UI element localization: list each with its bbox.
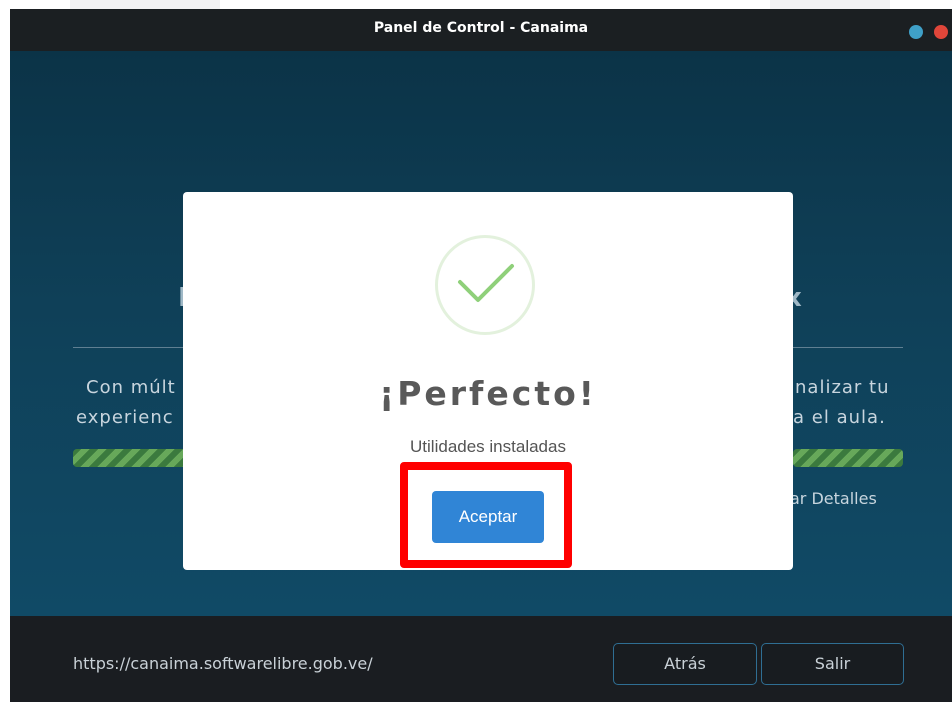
exit-button[interactable]: Salir [761, 643, 904, 685]
description-right-line2: ta el aula. [785, 407, 886, 428]
checkmark-icon [458, 264, 514, 302]
details-link[interactable]: ar Detalles [790, 489, 877, 508]
website-url[interactable]: https://canaima.softwarelibre.gob.ve/ [73, 654, 373, 673]
dialog-message: Utilidades instaladas [410, 437, 566, 456]
description-left-line1: Con múlt [86, 377, 176, 398]
description-right-line1: nalizar tu [795, 377, 890, 398]
description-left-line2: experienc [76, 407, 174, 428]
back-button[interactable]: Atrás [613, 643, 757, 685]
progress-bar-left [73, 449, 193, 467]
title-bar: Panel de Control - Canaima [10, 9, 952, 51]
success-ring [435, 235, 535, 335]
dialog-title: ¡Perfecto! [379, 374, 597, 413]
accept-button[interactable]: Aceptar [432, 491, 544, 543]
window-title: Panel de Control - Canaima [373, 20, 589, 36]
progress-bar-right [793, 449, 903, 467]
footer-bar: https://canaima.softwarelibre.gob.ve/ At… [10, 616, 952, 702]
minimize-button[interactable] [909, 25, 923, 39]
close-button[interactable] [934, 25, 948, 39]
